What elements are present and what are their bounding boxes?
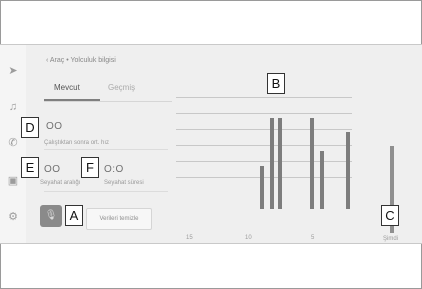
time-value: O:O [104,164,124,175]
tab-divider [44,101,172,102]
metric-divider [44,149,168,150]
x-tick: 15 [186,235,193,241]
clear-data-button[interactable]: Verileri temizle [86,208,152,230]
now-label: Şimdi [383,236,399,242]
callout-e: E [21,157,39,178]
callout-c: C [381,205,399,226]
metric-divider [44,191,168,192]
callout-d: D [21,117,39,138]
car-icon[interactable]: ▣ [7,175,19,187]
avg-speed-label: Çalıştıktan sonra ort. hız [44,140,110,146]
callout-f: F [81,157,99,178]
navigation-icon[interactable]: ➤ [7,65,19,77]
music-icon[interactable]: ♫ [7,101,19,113]
settings-icon[interactable]: ⚙ [7,211,19,223]
distance-label: Seyahat aralığı [40,180,81,186]
x-tick: 10 [245,235,252,241]
distance-value: OO [44,164,61,175]
callout-a: A [65,205,83,226]
side-rail: ➤ ♫ ✆ ▣ ⚙ [0,45,26,243]
time-label: Seyahat süresi [104,180,144,186]
tab-history[interactable]: Geçmiş [108,83,135,92]
breadcrumb[interactable]: ‹ Araç • Yolculuk bilgisi [46,57,116,64]
bar-series [176,97,352,209]
x-tick: 5 [311,235,315,241]
voice-button[interactable]: 🎙 [40,205,62,227]
microphone-icon: 🎙 [44,210,58,221]
consumption-chart [176,97,352,209]
callout-b: B [267,73,285,94]
display-screen: ➤ ♫ ✆ ▣ ⚙ ‹ Araç • Yolculuk bilgisi Mevc… [0,44,422,244]
tab-current[interactable]: Mevcut [54,83,80,92]
tab-bar: Mevcut Geçmiş [44,81,172,102]
chart-base [176,177,352,229]
avg-speed-value: OO [46,121,63,132]
phone-icon[interactable]: ✆ [7,137,19,149]
